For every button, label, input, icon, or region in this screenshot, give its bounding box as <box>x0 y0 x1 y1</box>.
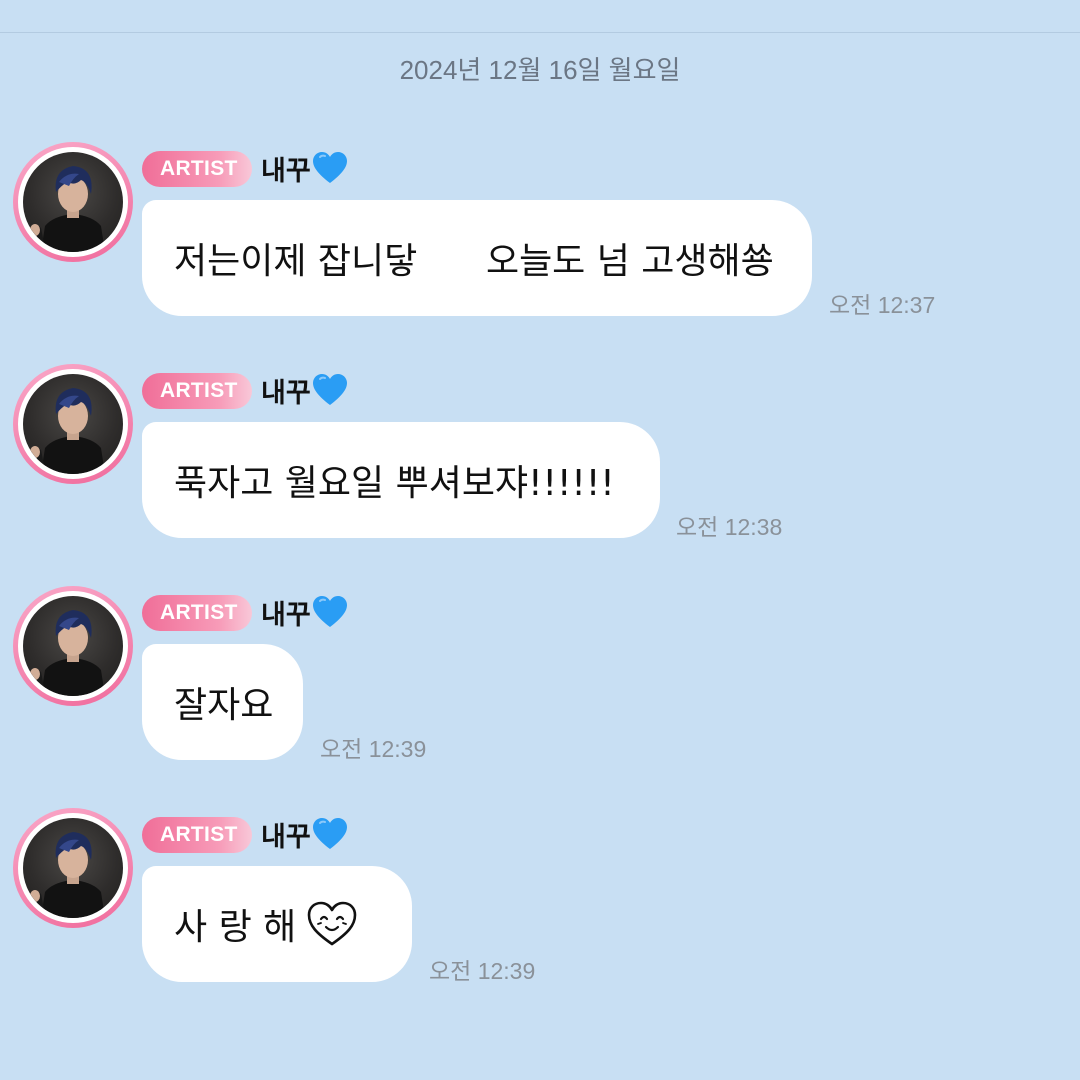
message-bubble[interactable]: 푹자고 월요일 뿌셔보쟈!!!!!! <box>142 422 660 538</box>
smiling-heart-doodle-icon <box>307 901 357 946</box>
sender-name: 내꾸 <box>261 599 311 631</box>
artist-badge: ARTIST <box>142 817 252 853</box>
avatar[interactable] <box>13 586 133 706</box>
sender[interactable]: 내꾸 <box>261 592 348 632</box>
artist-portrait <box>23 374 123 474</box>
sender[interactable]: 내꾸 <box>261 370 348 410</box>
blue-heart-icon <box>312 818 347 849</box>
date-separator: 2024년 12월 16일 월요일 <box>399 55 681 85</box>
sender-name: 내꾸 <box>261 821 311 853</box>
artist-badge: ARTIST <box>142 151 252 187</box>
sender[interactable]: 내꾸 <box>261 148 348 188</box>
artist-portrait <box>23 818 123 918</box>
sender[interactable]: 내꾸 <box>261 814 348 854</box>
top-divider <box>0 32 1080 33</box>
message-time: 오전 12:39 <box>429 958 536 984</box>
message-row: ARTIST 내꾸 푹자고 월요일 뿌셔보쟈!!!!!! 오전 12:38 <box>0 364 1080 564</box>
blue-heart-icon <box>312 596 347 627</box>
blue-heart-icon <box>312 374 347 405</box>
artist-portrait <box>23 152 123 252</box>
message-bubble[interactable]: 저는이제 잡니닿 오늘도 넘 고생해쑝 <box>142 200 812 316</box>
avatar[interactable] <box>13 364 133 484</box>
message-row: ARTIST 내꾸 저는이제 잡니닿 오늘도 넘 고생해쑝 오전 12:37 <box>0 142 1080 342</box>
sender-name: 내꾸 <box>261 377 311 409</box>
message-time: 오전 12:37 <box>829 292 936 318</box>
message-row: ARTIST 내꾸 사 랑 해 오전 12:39 <box>0 808 1080 1008</box>
sender-name: 내꾸 <box>261 155 311 187</box>
avatar[interactable] <box>13 808 133 928</box>
message-row: ARTIST 내꾸 잘자요 오전 12:39 <box>0 586 1080 786</box>
message-time: 오전 12:38 <box>676 514 783 540</box>
message-bubble[interactable]: 사 랑 해 <box>142 866 412 982</box>
artist-badge: ARTIST <box>142 373 252 409</box>
blue-heart-icon <box>312 152 347 183</box>
avatar[interactable] <box>13 142 133 262</box>
artist-badge: ARTIST <box>142 595 252 631</box>
message-bubble[interactable]: 잘자요 <box>142 644 303 760</box>
message-text: 사 랑 해 <box>174 907 297 948</box>
message-time: 오전 12:39 <box>320 736 427 762</box>
artist-portrait <box>23 596 123 696</box>
